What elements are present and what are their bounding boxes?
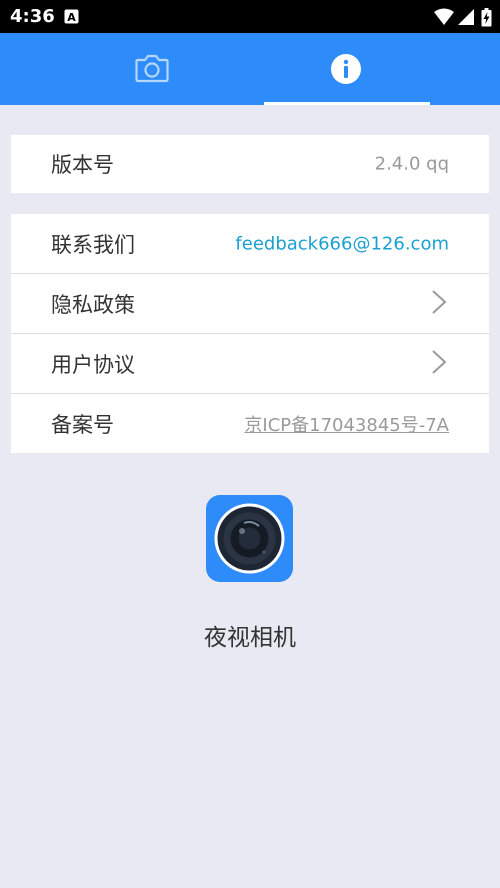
user-agreement-row[interactable]: 用户协议	[11, 334, 489, 394]
status-time: 4:36	[10, 6, 55, 27]
icp-record-link[interactable]: 京ICP备17043845号-7A	[244, 411, 449, 437]
cellular-signal-icon	[458, 8, 475, 26]
chevron-right-icon	[431, 349, 447, 379]
contact-email-link[interactable]: feedback666@126.com	[235, 233, 449, 254]
icp-record-row[interactable]: 备案号 京ICP备17043845号-7A	[11, 394, 489, 453]
camera-lens-logo-icon	[206, 495, 293, 582]
app-name: 夜视相机	[204, 625, 296, 651]
contact-us-row[interactable]: 联系我们 feedback666@126.com	[11, 214, 489, 274]
camera-icon	[135, 53, 169, 87]
info-icon	[330, 53, 362, 89]
wifi-icon	[434, 8, 454, 26]
icp-record-label: 备案号	[51, 412, 114, 437]
battery-charging-icon	[481, 7, 492, 27]
chevron-right-icon	[431, 289, 447, 319]
version-value: 2.4.0 qq	[374, 153, 449, 175]
version-card: 版本号 2.4.0 qq	[11, 135, 489, 193]
svg-text:A: A	[67, 11, 76, 24]
version-row: 版本号 2.4.0 qq	[11, 135, 489, 193]
settings-list: 联系我们 feedback666@126.com 隐私政策 用户协议 备案号 京…	[11, 214, 489, 453]
version-label: 版本号	[51, 153, 114, 177]
tab-info[interactable]	[250, 33, 500, 105]
privacy-policy-row[interactable]: 隐私政策	[11, 274, 489, 334]
tab-selected-indicator	[264, 102, 430, 105]
tab-bar	[0, 33, 500, 105]
status-icons	[434, 7, 492, 27]
contact-us-label: 联系我们	[51, 232, 135, 257]
status-bar: 4:36 A	[0, 0, 500, 33]
user-agreement-label: 用户协议	[51, 352, 135, 377]
tab-camera[interactable]	[0, 33, 250, 105]
privacy-policy-label: 隐私政策	[51, 292, 135, 317]
a-letter-icon: A	[64, 9, 79, 24]
